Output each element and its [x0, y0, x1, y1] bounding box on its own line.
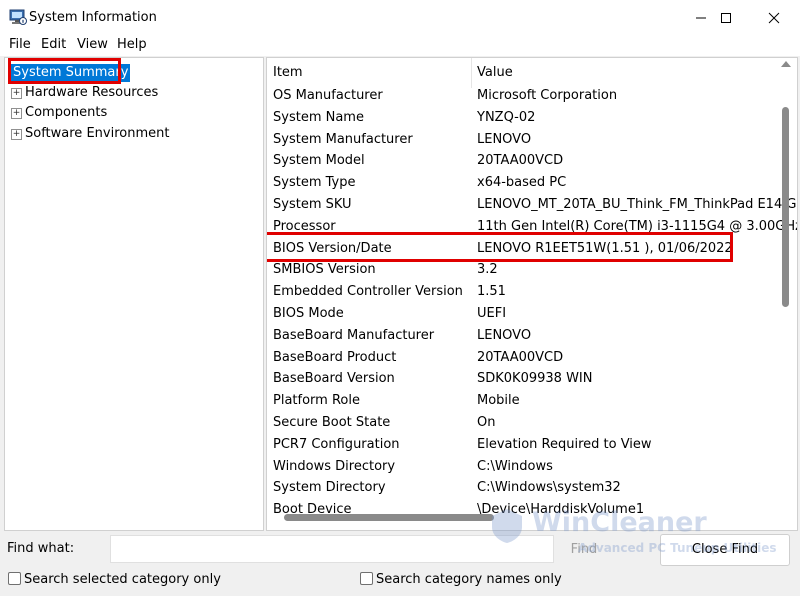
row-item: System SKU [273, 196, 352, 212]
horizontal-scrollbar[interactable] [270, 510, 778, 524]
list-header: Item Value [267, 58, 779, 88]
maximize-icon [721, 13, 731, 23]
menu-bar: File Edit View Help [0, 36, 800, 56]
horizontal-scroll-thumb[interactable] [284, 514, 494, 521]
row-item: OS Manufacturer [273, 88, 383, 103]
list-rows: OS Manufacturer Microsoft Corporation Sys… [267, 85, 797, 521]
menu-help[interactable]: Help [117, 37, 147, 52]
row-item: BaseBoard Manufacturer [273, 327, 435, 343]
row-value: LENOVO [477, 131, 532, 147]
close-window-button[interactable] [751, 0, 797, 36]
tree-item-software-environment[interactable]: + Software Environment [11, 125, 169, 143]
table-row[interactable]: System Directory C:\Windows\system32 [267, 477, 779, 499]
column-divider[interactable] [471, 58, 472, 88]
column-header-value[interactable]: Value [477, 65, 513, 80]
menu-view[interactable]: View [77, 37, 108, 52]
table-row[interactable]: SMBIOS Version 3.2 [267, 259, 779, 281]
row-item: PCR7 Configuration [273, 436, 400, 452]
table-row[interactable]: System SKU LENOVO_MT_20TA_BU_Think_FM_Thi… [267, 194, 797, 216]
row-value: C:\Windows\system32 [477, 480, 621, 496]
row-item: SMBIOS Version [273, 262, 376, 278]
row-item: Embedded Controller Version [273, 284, 463, 300]
row-item: Secure Boot State [273, 414, 391, 430]
table-row[interactable]: BaseBoard Manufacturer LENOVO [267, 325, 779, 347]
column-header-item[interactable]: Item [273, 65, 303, 80]
tree-item-components[interactable]: + Components [11, 104, 107, 122]
row-value: On [477, 414, 496, 430]
row-value: Microsoft Corporation [477, 88, 618, 103]
window-title: System Information [29, 10, 157, 25]
expand-icon[interactable]: + [11, 88, 22, 99]
menu-file[interactable]: File [9, 37, 31, 52]
search-selected-category-label: Search selected category only [24, 572, 221, 587]
row-item: System Directory [273, 480, 386, 496]
row-value: 20TAA00VCD [477, 153, 564, 169]
find-what-label: Find what: [7, 541, 75, 556]
row-value: SDK0K09938 WIN [477, 371, 593, 387]
close-icon [768, 12, 780, 24]
table-row[interactable]: BaseBoard Version SDK0K09938 WIN [267, 368, 779, 390]
search-category-names-label: Search category names only [376, 572, 562, 587]
maximize-button[interactable] [703, 0, 749, 36]
highlight-box-bios-version [267, 232, 733, 262]
table-row[interactable]: Embedded Controller Version 1.51 [267, 281, 779, 303]
table-row[interactable]: Platform Role Mobile [267, 390, 779, 412]
row-item: Platform Role [273, 393, 360, 409]
details-list[interactable]: Item Value OS Manufacturer Microsoft Corp… [266, 57, 798, 531]
find-button[interactable]: Find [556, 535, 612, 565]
tree-item-label: Hardware Resources [25, 85, 159, 100]
row-value: 1.51 [477, 284, 506, 300]
row-item: BIOS Mode [273, 305, 344, 321]
system-information-app-icon [9, 9, 27, 25]
menu-edit[interactable]: Edit [41, 37, 66, 52]
table-row[interactable]: System Manufacturer LENOVO [267, 129, 779, 151]
scroll-up-arrow-icon[interactable] [781, 61, 791, 67]
table-row[interactable]: System Name YNZQ-02 [267, 107, 779, 129]
table-row[interactable]: PCR7 Configuration Elevation Required to … [267, 434, 779, 456]
row-item: System Type [273, 175, 356, 191]
row-value: C:\Windows [477, 458, 553, 474]
highlight-box-system-summary [8, 58, 121, 84]
expand-icon[interactable]: + [11, 108, 22, 119]
expand-icon[interactable]: + [11, 129, 22, 140]
row-value: 20TAA00VCD [477, 349, 564, 365]
category-tree[interactable]: System Summary + Hardware Resources + Comp… [4, 57, 264, 531]
find-what-input[interactable] [110, 535, 554, 563]
tree-item-hardware-resources[interactable]: + Hardware Resources [11, 84, 158, 102]
vertical-scroll-thumb[interactable] [782, 107, 789, 307]
tree-item-label: Components [25, 105, 108, 120]
row-value: Mobile [477, 393, 520, 409]
table-row[interactable]: System Model 20TAA00VCD [267, 150, 779, 172]
row-item: System Manufacturer [273, 131, 413, 147]
row-item: BaseBoard Version [273, 371, 395, 387]
tree-item-label: Software Environment [25, 126, 170, 141]
row-item: Windows Directory [273, 458, 396, 474]
row-value: 3.2 [477, 262, 498, 278]
vertical-scrollbar[interactable] [778, 57, 795, 509]
table-row[interactable]: BIOS Mode UEFI [267, 303, 779, 325]
row-value: UEFI [477, 305, 507, 321]
table-row[interactable]: Secure Boot State On [267, 412, 779, 434]
search-selected-category-checkbox[interactable] [8, 572, 21, 585]
row-value: Elevation Required to View [477, 436, 652, 452]
row-item: System Model [273, 153, 365, 169]
table-row[interactable]: OS Manufacturer Microsoft Corporation [267, 85, 779, 107]
search-category-names-checkbox[interactable] [360, 572, 373, 585]
table-row[interactable]: Windows Directory C:\Windows [267, 456, 779, 478]
row-item: BaseBoard Product [273, 349, 397, 365]
row-value: LENOVO [477, 327, 532, 343]
close-find-button[interactable]: Close Find [660, 534, 790, 566]
row-value: x64-based PC [477, 175, 567, 191]
row-value: LENOVO_MT_20TA_BU_Think_FM_ThinkPad E14 … [477, 196, 798, 212]
table-row[interactable]: System Type x64-based PC [267, 172, 779, 194]
row-value: YNZQ-02 [477, 109, 536, 125]
row-item: System Name [273, 109, 364, 125]
table-row[interactable]: BaseBoard Product 20TAA00VCD [267, 347, 779, 369]
title-bar: System Information [0, 0, 800, 36]
